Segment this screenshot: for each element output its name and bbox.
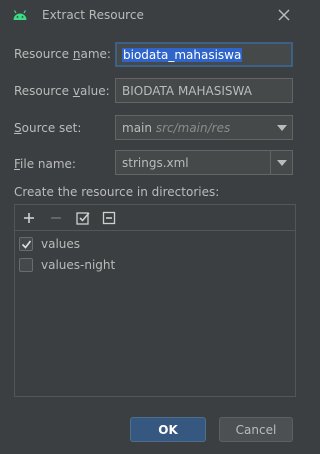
directory-item-values-night[interactable]: values-night [19, 255, 115, 275]
resource-name-value: biodata_mahasiswa [122, 47, 243, 62]
values-night-checkbox[interactable] [19, 258, 33, 272]
select-all-icon[interactable] [75, 210, 91, 226]
directory-item-label: values-night [41, 258, 116, 272]
unselect-all-icon[interactable] [101, 210, 117, 226]
title-bar: Extract Resource [0, 0, 310, 31]
values-checkbox[interactable] [19, 237, 33, 251]
resource-name-label: Resource name: [14, 47, 111, 61]
source-set-value: main [122, 120, 152, 135]
resource-name-field[interactable]: biodata_mahasiswa [115, 42, 293, 67]
chevron-down-icon [276, 159, 287, 166]
directories-toolbar [15, 205, 295, 231]
android-icon [13, 10, 27, 20]
directory-item-label: values [41, 237, 81, 251]
file-name-label: File name: [14, 157, 76, 171]
ok-button[interactable]: OK [130, 417, 206, 442]
directory-item-values[interactable]: values [19, 234, 80, 254]
file-name-combobox[interactable]: strings.xml [115, 150, 293, 175]
resource-value-text: BIODATA MAHASISWA [122, 83, 252, 98]
add-icon[interactable] [21, 210, 37, 226]
source-set-path: src/main/res [155, 120, 231, 135]
checkmark-icon [21, 240, 32, 249]
chevron-down-icon [277, 124, 287, 131]
directories-panel: values values-night [14, 204, 296, 397]
file-name-value[interactable]: strings.xml [116, 156, 270, 170]
window-title: Extract Resource [42, 8, 144, 22]
close-icon[interactable] [276, 7, 292, 23]
resource-value-label: Resource value: [14, 84, 110, 98]
resource-value-field[interactable]: BIODATA MAHASISWA [115, 78, 293, 103]
cancel-button[interactable]: Cancel [219, 417, 293, 442]
remove-icon[interactable] [48, 210, 64, 226]
file-name-dropdown-button[interactable] [270, 151, 292, 174]
directories-label: Create the resource in directories: [14, 185, 220, 199]
source-set-label: Source set: [14, 121, 82, 135]
source-set-dropdown[interactable]: main src/main/res [115, 115, 293, 140]
